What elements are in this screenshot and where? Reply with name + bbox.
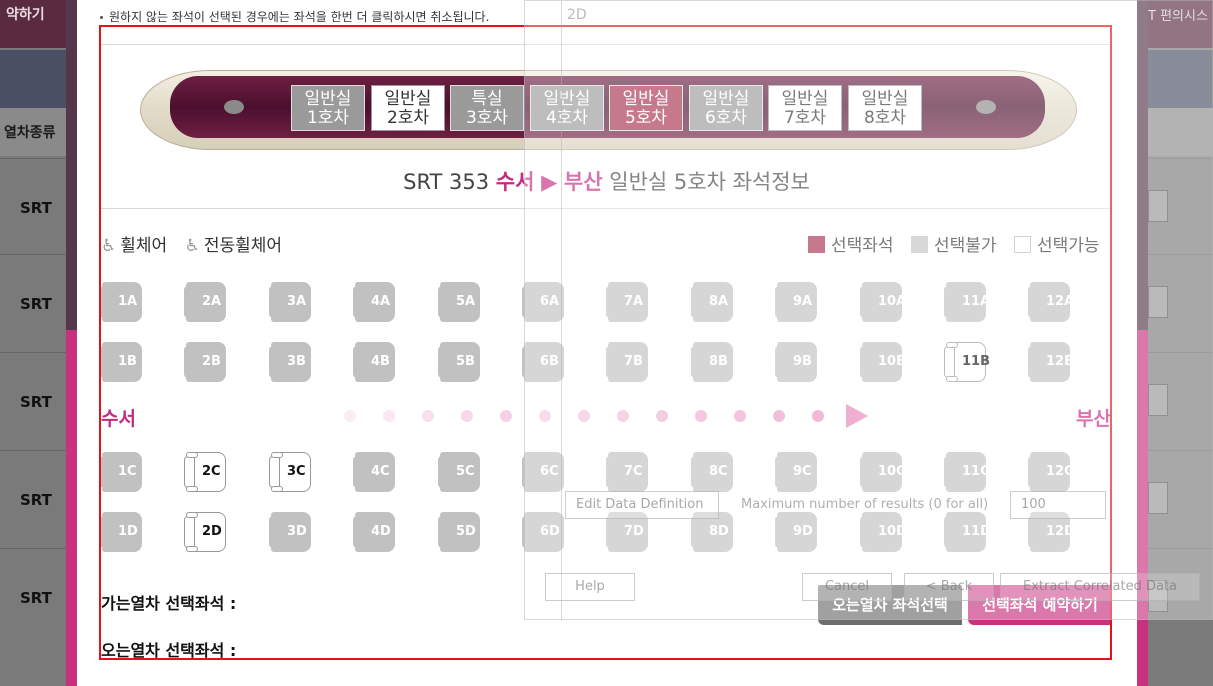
bullet-icon (100, 16, 103, 19)
background-reserve-button[interactable]: 약하기 (0, 0, 66, 32)
background-row-train-type: SRT (20, 491, 52, 509)
help-button[interactable]: Help (545, 573, 635, 601)
background-row: SRT (0, 450, 66, 547)
edit-data-definition-button[interactable]: Edit Data Definition (565, 491, 719, 519)
cancel-notice: 원하지 않는 좌석이 선택된 경우에는 좌석을 한번 더 클릭하시면 취소됩니다… (100, 8, 489, 25)
overlay-divider (561, 1, 562, 621)
background-row-train-type: SRT (20, 295, 52, 313)
max-results-input[interactable]: 100 (1010, 491, 1106, 519)
background-header-train-type: 열차종류 (4, 125, 56, 141)
extract-correlated-data-button[interactable]: Extract Correlated Data (1000, 573, 1200, 601)
background-row-train-type: SRT (20, 589, 52, 607)
background-row: SRT (0, 548, 66, 645)
overlay-dialog: 2D Edit Data Definition Maximum number o… (524, 0, 1213, 621)
overlay-tab-2d[interactable]: 2D (567, 7, 587, 23)
cancel-notice-text: 원하지 않는 좌석이 선택된 경우에는 좌석을 한번 더 클릭하시면 취소됩니다… (109, 10, 490, 24)
background-row: SRT (0, 352, 66, 449)
max-results-label: Maximum number of results (0 for all) (741, 497, 989, 512)
background-row-train-type: SRT (20, 393, 52, 411)
background-row-train-type: SRT (20, 199, 52, 217)
cancel-button[interactable]: Cancel (802, 573, 892, 601)
background-row: SRT (0, 254, 66, 351)
back-button[interactable]: < Back (904, 573, 994, 601)
